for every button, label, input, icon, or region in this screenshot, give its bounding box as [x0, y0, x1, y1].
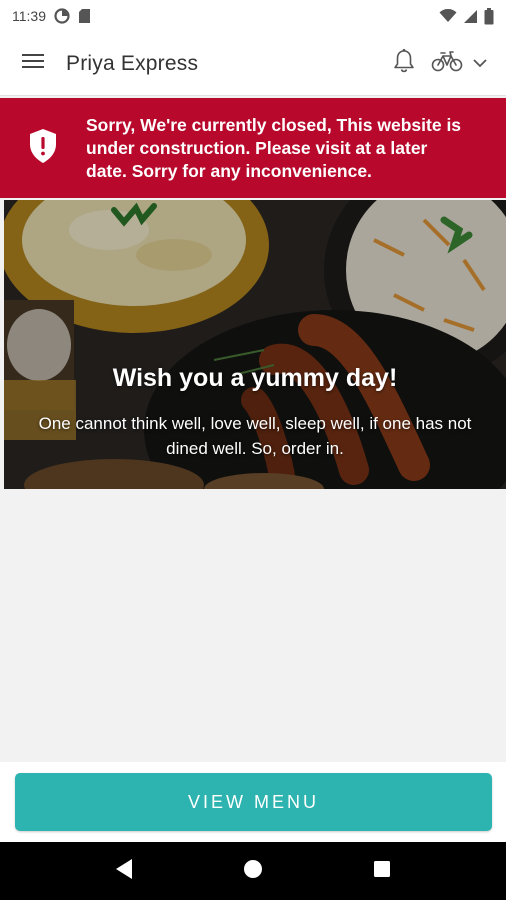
app-title: Priya Express [66, 51, 199, 75]
app-screen: 11:39 Priya Express Sorry, We're current… [0, 0, 506, 900]
signal-icon [463, 9, 478, 24]
app-bar: Priya Express [0, 32, 506, 96]
bicycle-icon [431, 50, 463, 77]
battery-icon [484, 7, 494, 25]
app-actions [386, 44, 506, 84]
back-icon [114, 858, 134, 885]
hamburger-menu-button[interactable] [0, 32, 66, 96]
alert-icon-wrap [0, 128, 86, 169]
view-menu-button[interactable]: VIEW MENU [15, 773, 492, 831]
home-button[interactable] [223, 842, 283, 900]
bell-icon [393, 48, 415, 79]
system-nav-bar [0, 842, 506, 900]
wifi-icon [439, 9, 457, 23]
hero-banner: Wish you a yummy day! One cannot think w… [4, 200, 506, 489]
status-left: 11:39 [12, 8, 91, 24]
recents-button[interactable] [352, 842, 412, 900]
cta-area: VIEW MENU [0, 762, 506, 842]
status-time: 11:39 [12, 8, 46, 24]
sd-card-icon [78, 8, 91, 24]
hamburger-menu-icon [22, 53, 44, 74]
notifications-button[interactable] [386, 44, 422, 84]
chevron-down-icon [473, 55, 487, 73]
hero-subtitle: One cannot think well, love well, sleep … [38, 414, 472, 458]
delivery-mode-button[interactable] [428, 44, 490, 84]
shield-alert-icon [28, 128, 58, 169]
hero-title: Wish you a yummy day! [112, 364, 398, 392]
home-icon [243, 859, 263, 884]
alert-message: Sorry, We're currently closed, This webs… [86, 114, 462, 181]
recents-icon [373, 860, 391, 883]
closed-alert-banner: Sorry, We're currently closed, This webs… [0, 98, 506, 198]
status-bar: 11:39 [0, 0, 506, 32]
status-right [439, 7, 494, 25]
data-saver-icon [54, 8, 70, 24]
back-button[interactable] [94, 842, 154, 900]
